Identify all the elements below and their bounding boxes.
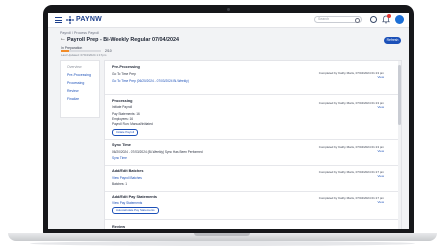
step-add-edit-batches: Add/Edit Batches View Payroll Batches Ba… bbox=[105, 165, 401, 192]
steps-panel: Pre-Processing Go To Time Prep Go To Tim… bbox=[104, 60, 402, 229]
step-text: Pay Statements: 16 bbox=[112, 112, 140, 116]
app-screen: PAYNW Search Payroll / Process Payroll ←… bbox=[48, 13, 409, 229]
step-link[interactable]: View Pay Statements bbox=[112, 201, 142, 205]
view-link[interactable]: View bbox=[378, 149, 384, 153]
nav-item-pre-processing[interactable]: Pre-Processing bbox=[67, 73, 91, 77]
progress-bar-fill bbox=[61, 50, 69, 52]
progress-bar bbox=[61, 50, 101, 52]
step-title: Review bbox=[112, 225, 126, 229]
scrollbar-thumb[interactable] bbox=[398, 65, 401, 125]
search-input[interactable]: Search bbox=[314, 16, 362, 23]
nav-item-finalize[interactable]: Finalize bbox=[67, 97, 79, 101]
top-bar: PAYNW Search bbox=[48, 13, 409, 28]
refresh-button[interactable]: Refresh bbox=[384, 37, 401, 44]
breadcrumb[interactable]: Payroll / Process Payroll bbox=[60, 31, 99, 35]
step-text: Employees: 16 bbox=[112, 117, 134, 121]
nav-item-processing[interactable]: Processing bbox=[67, 81, 84, 85]
laptop-notch bbox=[194, 233, 250, 236]
step-title: Processing bbox=[112, 99, 133, 103]
completed-by: Completed by Kathy Maris, 07/04/2024 01:… bbox=[318, 170, 384, 174]
laptop-bezel: PAYNW Search Payroll / Process Payroll ←… bbox=[43, 5, 414, 234]
completed-by: Completed by Kathy Maris, 07/04/2024 01:… bbox=[318, 145, 384, 149]
brand-name: PAYNW bbox=[76, 16, 102, 23]
avatar[interactable] bbox=[395, 15, 404, 24]
step-text: Batches: 1 bbox=[112, 182, 128, 186]
last-updated: Last Updated: 07/04/2024 1:17pm bbox=[61, 53, 107, 57]
back-arrow-icon[interactable]: ← bbox=[60, 36, 66, 43]
scrollbar[interactable] bbox=[398, 61, 401, 229]
step-link[interactable]: View Payroll Batches bbox=[112, 176, 142, 180]
step-text: 06/20/2024 - 07/03/2024 (Bi-Weekly) Sync… bbox=[112, 150, 203, 154]
view-link[interactable]: View bbox=[378, 75, 384, 79]
step-review: Review bbox=[105, 219, 401, 229]
brand-logo-icon bbox=[66, 16, 74, 24]
step-title: Sync Time bbox=[112, 143, 131, 147]
step-processing: Processing Initiate Payroll Pay Statemen… bbox=[105, 94, 401, 140]
step-sync-time: Sync Time 06/20/2024 - 07/03/2024 (Bi-We… bbox=[105, 139, 401, 166]
step-title: Pre-Processing bbox=[112, 65, 140, 69]
camera-dot bbox=[227, 8, 230, 11]
view-link[interactable]: View bbox=[378, 200, 384, 204]
step-text: Go To Time Prep bbox=[112, 72, 136, 76]
laptop-shadow bbox=[30, 241, 415, 246]
view-link[interactable]: View bbox=[378, 105, 384, 109]
notification-badge bbox=[387, 14, 391, 18]
step-link[interactable]: Sync Time bbox=[112, 156, 127, 160]
step-add-edit-pay-statements: Add/Edit Pay Statements View Pay Stateme… bbox=[105, 191, 401, 220]
autocalculate-button[interactable]: Autocalculate Pay Statements bbox=[112, 207, 159, 214]
page-title: Payroll Prep - Bi-Weekly Regular 07/04/2… bbox=[67, 37, 179, 43]
hamburger-menu-icon[interactable] bbox=[55, 17, 62, 23]
completed-by: Completed by Kathy Maris, 07/04/2024 01:… bbox=[318, 196, 384, 200]
nav-item-review[interactable]: Review bbox=[67, 89, 78, 93]
step-text: Initiate Payroll bbox=[112, 105, 133, 109]
initiate-payroll-button[interactable]: Initiate Payroll bbox=[112, 129, 139, 136]
search-placeholder: Search bbox=[318, 17, 330, 21]
step-pre-processing: Pre-Processing Go To Time Prep Go To Tim… bbox=[105, 61, 401, 95]
nav-item-overview[interactable]: Overview bbox=[67, 65, 82, 69]
step-text: Payroll Run: Manual/Initiated bbox=[112, 122, 153, 126]
completed-by: Completed by Kathy Maris, 07/04/2024 01:… bbox=[318, 101, 384, 105]
completed-by: Completed by Kathy Maris, 07/04/2024 01:… bbox=[318, 71, 384, 75]
step-title: Add/Edit Batches bbox=[112, 169, 144, 173]
step-title: Add/Edit Pay Statements bbox=[112, 195, 157, 199]
help-icon[interactable] bbox=[370, 16, 377, 23]
step-navigation: Overview Pre-Processing Processing Revie… bbox=[60, 60, 100, 118]
view-link[interactable]: View bbox=[378, 174, 384, 178]
search-icon[interactable] bbox=[355, 17, 360, 23]
step-link[interactable]: Go To Time Prep (06/20/2024 - 07/03/2024… bbox=[112, 79, 189, 83]
